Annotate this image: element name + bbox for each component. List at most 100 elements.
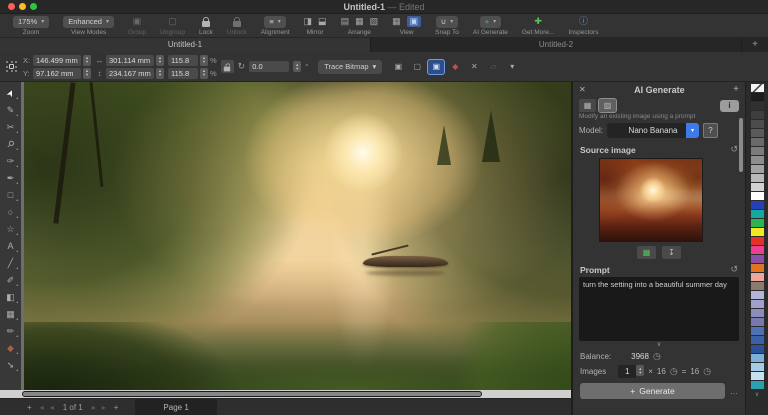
import-image-button[interactable]: ↧ xyxy=(662,246,681,259)
y-stepper[interactable]: ▴▾ xyxy=(83,68,91,79)
view-icon[interactable]: ▣ xyxy=(407,16,422,27)
stepper-down-icon[interactable]: ▾ xyxy=(159,73,161,77)
lock-ratio-button[interactable] xyxy=(221,60,234,73)
trace-bitmap-button[interactable]: Trace Bitmap ▾ xyxy=(318,60,382,74)
get-more-icon[interactable]: ✚ xyxy=(534,17,542,26)
color-swatch[interactable] xyxy=(751,129,764,137)
previous-page-icon[interactable]: ◂ xyxy=(37,403,47,412)
crop-tool[interactable]: ✂ xyxy=(2,119,19,135)
color-swatch[interactable] xyxy=(751,354,764,362)
previous-page-icon[interactable]: ◂ xyxy=(47,403,57,412)
x-stepper[interactable]: ▴▾ xyxy=(83,55,91,66)
stepper-down-icon[interactable]: ▾ xyxy=(203,60,205,64)
shape-tool[interactable]: ✎ xyxy=(2,102,19,118)
mesh-fill-tool[interactable]: ▦ xyxy=(2,306,19,322)
stepper-down-icon[interactable]: ▾ xyxy=(86,73,88,77)
color-swatch[interactable] xyxy=(751,174,764,182)
color-swatch[interactable] xyxy=(751,327,764,335)
color-swatch[interactable] xyxy=(751,273,764,281)
object-width-field[interactable]: 301.114 mm xyxy=(106,55,154,66)
scale-y-field[interactable]: 115.8 xyxy=(168,68,198,79)
horizontal-scrollbar[interactable] xyxy=(0,390,571,398)
fill-tool[interactable]: ◆ xyxy=(2,340,19,356)
ai-generate-dropdown[interactable]: +▾ xyxy=(480,16,501,28)
arrange-icon[interactable]: ▧ xyxy=(370,17,379,26)
more-options-icon[interactable]: … xyxy=(730,387,738,396)
color-swatch[interactable] xyxy=(751,102,764,110)
new-tab-button[interactable]: + xyxy=(742,38,768,52)
total-info-icon[interactable]: ◷ xyxy=(703,366,711,377)
arrange-icon[interactable]: ▦ xyxy=(355,17,364,26)
color-swatch[interactable] xyxy=(751,381,764,389)
adjust-icon[interactable]: ◆ xyxy=(447,60,463,74)
color-swatch[interactable] xyxy=(751,111,764,119)
eyedropper-tool[interactable]: ✏ xyxy=(2,323,19,339)
polygon-tool[interactable]: ☆ xyxy=(2,221,19,237)
add-panel-icon[interactable]: + xyxy=(733,84,739,95)
images-stepper[interactable]: ▴▾ xyxy=(636,365,644,376)
image-to-image-toggle[interactable]: ▨ xyxy=(599,99,616,112)
crop-bitmap-icon[interactable]: ▣ xyxy=(428,60,444,74)
stepper-down-icon[interactable]: ▾ xyxy=(639,371,641,375)
prompt-input[interactable]: turn the setting into a beautiful summer… xyxy=(579,277,739,341)
pen-tool[interactable]: ✐ xyxy=(2,272,19,288)
y-position-field[interactable]: 97.162 mm xyxy=(33,68,81,79)
stepper-down-icon[interactable]: ▾ xyxy=(203,73,205,77)
color-swatch[interactable] xyxy=(751,156,764,164)
pick-from-document-button[interactable]: ▦ xyxy=(637,246,656,259)
object-height-field[interactable]: 234.167 mm xyxy=(106,68,154,79)
no-fill-swatch[interactable] xyxy=(751,84,764,92)
snap-to-dropdown[interactable]: ∪▾ xyxy=(436,16,459,28)
palette-scroll-down-icon[interactable]: ∨ xyxy=(755,391,759,398)
color-swatch[interactable] xyxy=(751,363,764,371)
next-page-icon[interactable]: ▸ xyxy=(89,403,99,412)
group-icon[interactable]: ▣ xyxy=(133,17,142,26)
scale-x-stepper[interactable]: ▴▾ xyxy=(200,55,208,66)
resample-bitmap-icon[interactable]: ▢ xyxy=(409,60,425,74)
ungroup-icon[interactable]: ▢ xyxy=(168,17,177,26)
page-tab[interactable]: Page 1 xyxy=(135,399,216,415)
color-swatch[interactable] xyxy=(751,219,764,227)
generate-button[interactable]: + Generate xyxy=(580,383,725,399)
cost-info-icon[interactable]: ◷ xyxy=(670,366,678,377)
color-swatch[interactable] xyxy=(751,264,764,272)
color-swatch[interactable] xyxy=(751,210,764,218)
color-swatch[interactable] xyxy=(751,120,764,128)
unlock-button[interactable] xyxy=(233,15,241,28)
reset-source-icon[interactable]: ↺ xyxy=(730,144,738,155)
images-count-field[interactable]: 1 xyxy=(618,365,636,378)
color-swatch[interactable] xyxy=(751,201,764,209)
color-swatch[interactable] xyxy=(751,372,764,380)
zoom-tool[interactable]: ⚲ xyxy=(2,136,19,152)
bitmap-options-dropdown[interactable]: ▾ xyxy=(504,60,520,74)
panel-scrollbar[interactable] xyxy=(739,118,743,172)
edit-bitmap-icon[interactable]: ▣ xyxy=(390,60,406,74)
color-swatch[interactable] xyxy=(751,165,764,173)
stepper-down-icon[interactable]: ▾ xyxy=(86,60,88,64)
color-swatch[interactable] xyxy=(751,318,764,326)
anchor-point-selector[interactable] xyxy=(5,60,18,73)
rectangle-tool[interactable]: □ xyxy=(2,187,19,203)
add-page-before-button[interactable]: + xyxy=(22,403,37,412)
mask-icon[interactable]: ▱ xyxy=(485,60,501,74)
rotation-stepper[interactable]: ▴▾ xyxy=(293,61,301,72)
interactive-fill-tool[interactable]: ◧ xyxy=(2,289,19,305)
expand-chevron-icon[interactable]: ∨ xyxy=(573,341,745,349)
view-icon[interactable]: ▦ xyxy=(392,17,401,26)
reset-prompt-icon[interactable]: ↺ xyxy=(730,264,738,275)
color-swatch[interactable] xyxy=(751,336,764,344)
x-position-field[interactable]: 146.499 mm xyxy=(33,55,81,66)
color-swatch[interactable] xyxy=(751,237,764,245)
info-icon[interactable]: i xyxy=(720,100,739,112)
stepper-down-icon[interactable]: ▾ xyxy=(159,60,161,64)
color-swatch[interactable] xyxy=(751,246,764,254)
mirror-icon[interactable]: ⬓ xyxy=(318,17,327,26)
inspectors-icon[interactable]: ⓘ xyxy=(579,17,588,26)
mirror-icon[interactable]: ◨ xyxy=(304,17,313,26)
smear-tool[interactable]: ➘ xyxy=(2,357,19,373)
scale-y-stepper[interactable]: ▴▾ xyxy=(200,68,208,79)
color-swatch[interactable] xyxy=(751,291,764,299)
add-page-after-button[interactable]: + xyxy=(109,403,124,412)
color-swatch[interactable] xyxy=(751,93,764,101)
scrollbar-thumb[interactable] xyxy=(22,391,482,397)
